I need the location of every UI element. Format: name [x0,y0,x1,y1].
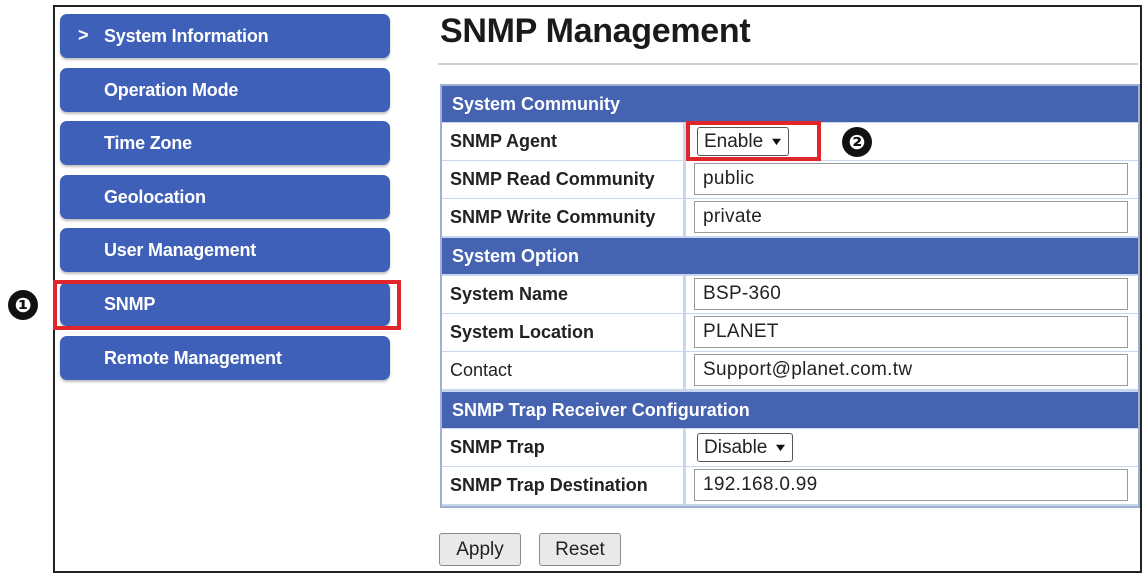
page-title: SNMP Management [440,12,751,50]
sidebar-item-label: Remote Management [104,347,282,368]
sidebar-item-label: User Management [104,239,257,260]
contact-input[interactable] [694,354,1128,386]
sidebar-item-snmp[interactable]: SNMP [60,282,390,326]
snmp-read-community-label: SNMP Read Community [442,161,683,198]
section-header-system-community: System Community [442,86,1138,122]
snmp-agent-label: SNMP Agent [442,123,683,160]
sidebar-item-geolocation[interactable]: Geolocation [60,175,390,219]
step-one-badge: ❶ [8,290,38,320]
chevron-down-icon: ▼ [768,135,785,148]
system-name-label: System Name [442,276,683,313]
sidebar-item-operation-mode[interactable]: Operation Mode [60,68,390,112]
sidebar-item-label: Time Zone [104,132,192,153]
apply-button[interactable]: Apply [439,533,521,566]
sidebar-item-label: Geolocation [104,186,206,207]
snmp-trap-label: SNMP Trap [442,429,683,466]
snmp-agent-select[interactable]: Enable ▼ [697,127,790,156]
title-divider [438,63,1138,65]
sidebar-item-remote-management[interactable]: Remote Management [60,336,390,380]
reset-button[interactable]: Reset [539,533,621,566]
sidebar-item-system-information[interactable]: > System Information [60,14,390,58]
snmp-write-community-label: SNMP Write Community [442,199,683,236]
chevron-down-icon: ▼ [773,441,789,454]
sidebar-item-label: Operation Mode [104,79,239,100]
section-header-snmp-trap-receiver: SNMP Trap Receiver Configuration [442,392,1138,428]
sidebar-item-label: SNMP [104,293,156,314]
chevron-right-icon: > [78,25,89,46]
snmp-write-community-input[interactable] [694,201,1128,233]
snmp-trap-destination-label: SNMP Trap Destination [442,467,683,504]
snmp-trap-value: Disable [704,436,768,458]
system-location-label: System Location [442,314,683,351]
sidebar-item-user-management[interactable]: User Management [60,228,390,272]
step-two-badge: ❷ [842,127,872,157]
sidebar-item-time-zone[interactable]: Time Zone [60,121,390,165]
snmp-agent-value: Enable [704,130,764,152]
contact-label: Contact [442,352,683,389]
sidebar-item-label: System Information [104,25,269,46]
snmp-read-community-input[interactable] [694,163,1128,195]
snmp-trap-select[interactable]: Disable ▼ [697,433,794,462]
section-header-system-option: System Option [442,238,1138,274]
snmp-trap-destination-input[interactable] [694,469,1128,501]
system-location-input[interactable] [694,316,1128,348]
system-name-input[interactable] [694,278,1128,310]
